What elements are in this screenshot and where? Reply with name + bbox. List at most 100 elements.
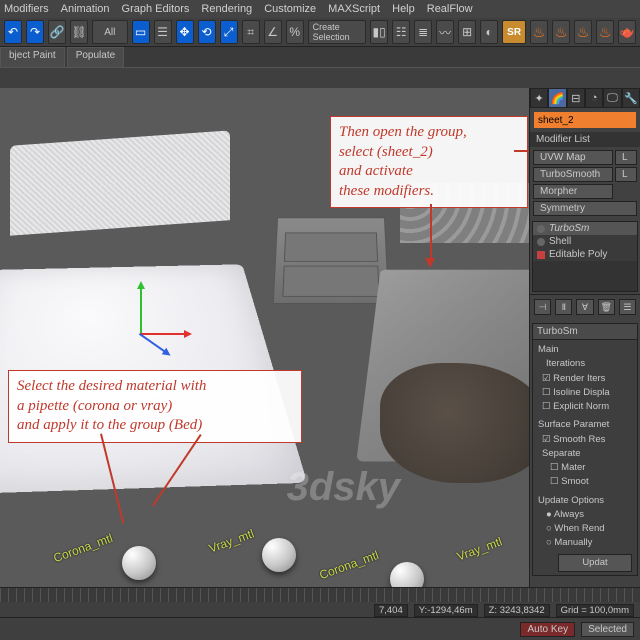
schematic-view-button[interactable]: ⊞ — [458, 20, 476, 44]
blanket-shaded — [380, 363, 530, 483]
hierarchy-tab[interactable]: ⊟ — [567, 88, 585, 108]
stack-editable-poly[interactable]: Editable Poly — [533, 248, 637, 261]
explicit-normals-checkbox[interactable]: Explicit Norm — [538, 400, 632, 414]
command-panel: ✦ 🌈 ⊟ ◔ 🖵 🔧 sheet_2 Modifier List UVW Ma… — [529, 88, 640, 590]
render-flame-2[interactable]: ♨ — [552, 20, 570, 44]
angle-snap-toggle[interactable]: ∠ — [264, 20, 282, 44]
selection-filter[interactable]: All — [92, 20, 127, 44]
tab-populate[interactable]: Populate — [67, 47, 124, 67]
create-tab[interactable]: ✦ — [530, 88, 548, 108]
sep-smoothing-checkbox[interactable]: Smoot — [538, 475, 632, 489]
separate-label: Separate — [538, 447, 632, 461]
main-group-label: Main — [538, 343, 632, 357]
modifier-btn-symmetry[interactable]: Symmetry — [533, 201, 637, 216]
menu-realflow[interactable]: RealFlow — [427, 3, 473, 15]
select-by-name-button[interactable]: ☰ — [154, 20, 172, 44]
update-button[interactable]: Updat — [558, 554, 632, 572]
material-editor-button[interactable]: ◐ — [480, 20, 498, 44]
select-button[interactable]: ▭ — [132, 20, 150, 44]
render-flame-4[interactable]: ♨ — [596, 20, 614, 44]
material-label-3: Corona_mtl — [317, 548, 380, 582]
gizmo-x-axis[interactable] — [140, 333, 190, 335]
update-when-rendering-radio[interactable]: When Rend — [538, 522, 632, 536]
teapot-icon[interactable]: 🫖 — [618, 20, 636, 44]
pin-stack-button[interactable]: ⊣ — [534, 299, 551, 315]
material-label-4: Vray_mtl — [455, 534, 504, 563]
smooth-result-checkbox[interactable]: Smooth Res — [538, 433, 632, 447]
motion-tab[interactable]: ◔ — [585, 88, 603, 108]
annotation-top: Then open the group,select (sheet_2)and … — [330, 116, 528, 208]
sep-materials-checkbox[interactable]: Mater — [538, 461, 632, 475]
render-iters-checkbox[interactable]: Render Iters — [538, 372, 632, 386]
stack-turbosmooth[interactable]: TurboSm — [533, 222, 637, 235]
modifier-list-dropdown[interactable]: Modifier List — [530, 132, 640, 147]
selected-button[interactable]: Selected — [581, 622, 634, 637]
command-panel-tabs: ✦ 🌈 ⊟ ◔ 🖵 🔧 — [530, 88, 640, 108]
annotation-bottom: Select the desired material witha pipett… — [8, 370, 302, 443]
utilities-tab[interactable]: 🔧 — [622, 88, 640, 108]
material-label-1: Corona_mtl — [51, 531, 114, 565]
menu-help[interactable]: Help — [392, 3, 415, 15]
modifier-btn-turbosmooth[interactable]: TurboSmooth — [533, 167, 613, 182]
render-flame-3[interactable]: ♨ — [574, 20, 592, 44]
render-setup-button[interactable]: SR — [502, 20, 526, 44]
menu-modifiers[interactable]: Modifiers — [4, 3, 49, 15]
rollout-header[interactable]: TurboSm — [533, 324, 637, 340]
redo-button[interactable]: ↷ — [26, 20, 44, 44]
menu-graph-editors[interactable]: Graph Editors — [122, 3, 190, 15]
modifier-btn-l1[interactable]: L — [615, 150, 637, 165]
headboard-wire — [10, 130, 230, 235]
show-end-result-button[interactable]: Ⅱ — [555, 299, 572, 315]
modifier-stack[interactable]: TurboSm Shell Editable Poly — [532, 221, 638, 292]
bottom-bar: Auto Key Selected — [0, 617, 640, 640]
modifier-btn-uvwmap[interactable]: UVW Map — [533, 150, 613, 165]
bed-shaded — [370, 183, 530, 483]
isoline-checkbox[interactable]: Isoline Displa — [538, 386, 632, 400]
modifier-btn-morpher[interactable]: Morpher — [533, 184, 613, 199]
make-unique-button[interactable]: ∀ — [576, 299, 593, 315]
material-label-2: Vray_mtl — [207, 526, 256, 555]
coord-z[interactable]: Z: 3243,8342 — [484, 604, 550, 617]
bulb-off-icon[interactable] — [537, 225, 545, 233]
snap-toggle[interactable]: ⌗ — [242, 20, 260, 44]
object-name-field[interactable]: sheet_2 — [534, 112, 636, 128]
menu-maxscript[interactable]: MAXScript — [328, 3, 380, 15]
gizmo-y-axis[interactable] — [140, 283, 142, 333]
annotation-top-arrowhead — [425, 258, 435, 273]
align-button[interactable]: ☷ — [392, 20, 410, 44]
stack-shell[interactable]: Shell — [533, 235, 637, 248]
modifier-btn-l2[interactable]: L — [615, 167, 637, 182]
scale-button[interactable]: ⤢ — [220, 20, 238, 44]
bulb-off-icon[interactable] — [537, 238, 545, 246]
configure-sets-button[interactable]: ☰ — [619, 299, 636, 315]
percent-snap-toggle[interactable]: % — [286, 20, 304, 44]
render-flame-1[interactable]: ♨ — [530, 20, 548, 44]
coord-y[interactable]: Y:-1294,46m — [414, 604, 478, 617]
mirror-button[interactable]: ▮▯ — [370, 20, 388, 44]
display-tab[interactable]: 🖵 — [603, 88, 621, 108]
menu-animation[interactable]: Animation — [61, 3, 110, 15]
annotation-top-arrow — [430, 204, 432, 260]
move-button[interactable]: ✥ — [176, 20, 194, 44]
auto-key-button[interactable]: Auto Key — [520, 622, 575, 637]
material-sphere-1[interactable] — [122, 546, 156, 580]
menu-rendering[interactable]: Rendering — [201, 3, 252, 15]
update-always-radio[interactable]: Always — [538, 508, 632, 522]
rotate-button[interactable]: ⟲ — [198, 20, 216, 44]
turbosmooth-rollout: TurboSm Main Iterations Render Iters Iso… — [532, 323, 638, 576]
curve-editor-button[interactable]: 〰 — [436, 20, 454, 44]
update-manually-radio[interactable]: Manually — [538, 536, 632, 550]
tab-object-paint[interactable]: bject Paint — [0, 47, 65, 67]
iterations-label: Iterations — [538, 357, 632, 371]
modify-tab[interactable]: 🌈 — [548, 88, 566, 108]
unlink-button[interactable]: ⛓ — [70, 20, 88, 44]
link-button[interactable]: 🔗 — [48, 20, 66, 44]
menu-customize[interactable]: Customize — [264, 3, 316, 15]
undo-button[interactable]: ↶ — [4, 20, 22, 44]
material-sphere-2[interactable] — [262, 538, 296, 572]
remove-modifier-button[interactable]: 🗑 — [598, 299, 615, 315]
timeline[interactable] — [0, 588, 640, 602]
material-sphere-3[interactable] — [390, 562, 424, 590]
layers-button[interactable]: ≣ — [414, 20, 432, 44]
named-selection[interactable]: Create Selection — [308, 20, 366, 44]
